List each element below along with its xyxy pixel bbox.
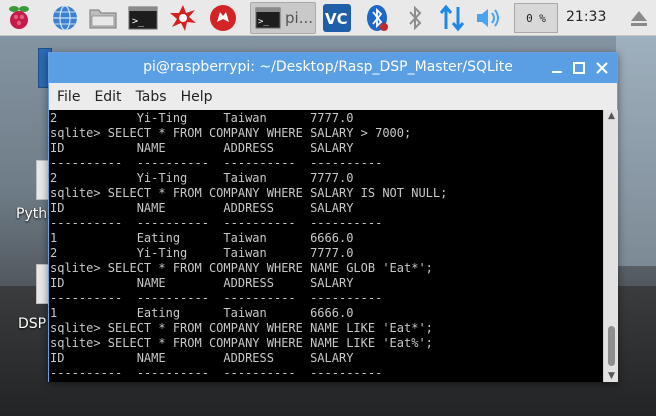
terminal-scrollbar[interactable]: ▲ ▼ bbox=[603, 110, 618, 382]
terminal-line: sqlite> SELECT * FROM COMPANY WHERE NAME… bbox=[50, 261, 433, 275]
svg-text:>_: >_ bbox=[258, 17, 269, 27]
menu-tabs[interactable]: Tabs bbox=[136, 89, 167, 105]
terminal-line: ---------- ---------- ---------- -------… bbox=[50, 291, 383, 305]
cpu-usage-text: 0 % bbox=[526, 11, 546, 25]
menu-edit[interactable]: Edit bbox=[94, 89, 121, 105]
terminal-task-icon: >_ bbox=[255, 7, 281, 29]
terminal-line: ID NAME ADDRESS SALARY bbox=[50, 276, 354, 290]
terminal-line: ---------- ---------- ---------- -------… bbox=[50, 156, 383, 170]
taskbar-terminal-task[interactable]: >_ pi... bbox=[250, 2, 316, 34]
network-icon[interactable] bbox=[437, 3, 467, 33]
svg-text:VC: VC bbox=[325, 10, 348, 28]
menubar: File Edit Tabs Help bbox=[49, 83, 617, 110]
web-browser-icon[interactable] bbox=[50, 3, 80, 33]
terminal-line: 2 Yi-Ting Taiwan 7777.0 bbox=[50, 171, 354, 185]
terminal-icon[interactable]: >_ bbox=[128, 3, 158, 33]
terminal-line: ID NAME ADDRESS SALARY bbox=[50, 201, 354, 215]
terminal-window: pi@raspberrypi: ~/Desktop/Rasp_DSP_Maste… bbox=[48, 52, 618, 382]
taskbar-task-label: pi... bbox=[285, 9, 313, 27]
terminal-line: 1 Eating Taiwan 6666.0 bbox=[50, 231, 354, 245]
menu-help[interactable]: Help bbox=[181, 89, 213, 105]
desktop-label-python: Pyth bbox=[16, 206, 48, 222]
raspberry-pi-menu-icon[interactable] bbox=[4, 3, 34, 33]
window-title: pi@raspberrypi: ~/Desktop/Rasp_DSP_Maste… bbox=[143, 59, 513, 75]
minimize-icon[interactable] bbox=[549, 60, 565, 76]
scroll-up-icon[interactable]: ▲ bbox=[604, 110, 619, 122]
close-icon[interactable] bbox=[594, 60, 610, 76]
maximize-icon[interactable] bbox=[571, 60, 587, 76]
volume-icon[interactable] bbox=[474, 3, 504, 33]
terminal-line: 2 Yi-Ting Taiwan 7777.0 bbox=[50, 246, 354, 260]
eject-icon[interactable] bbox=[624, 3, 654, 33]
terminal-line: ---------- ---------- ---------- -------… bbox=[50, 216, 383, 230]
terminal-line: 2 Yi-Ting Taiwan 7777.0 bbox=[50, 111, 354, 125]
bluetooth-icon[interactable] bbox=[362, 3, 392, 33]
terminal-output[interactable]: 2 Yi-Ting Taiwan 7777.0 sqlite> SELECT *… bbox=[49, 110, 603, 382]
window-titlebar[interactable]: pi@raspberrypi: ~/Desktop/Rasp_DSP_Maste… bbox=[49, 53, 617, 83]
file-manager-icon[interactable] bbox=[88, 3, 118, 33]
bluetooth-plain-icon[interactable] bbox=[400, 3, 430, 33]
svg-text:>_: >_ bbox=[132, 16, 145, 27]
cpu-usage-monitor[interactable]: 0 % bbox=[514, 3, 558, 33]
vnc-icon[interactable]: VC bbox=[322, 3, 352, 33]
terminal-line: sqlite> SELECT * FROM COMPANY WHERE NAME… bbox=[50, 321, 433, 335]
terminal-line: ID NAME ADDRESS SALARY bbox=[50, 141, 354, 155]
desktop-label-dsp: DSP bbox=[18, 316, 47, 332]
scroll-down-icon[interactable]: ▼ bbox=[604, 370, 619, 382]
terminal-line: ---------- ---------- ---------- -------… bbox=[50, 366, 383, 380]
burst-app-icon[interactable] bbox=[168, 3, 198, 33]
terminal-line: ID NAME ADDRESS SALARY bbox=[50, 351, 354, 365]
terminal-line: sqlite> SELECT * FROM COMPANY WHERE SALA… bbox=[50, 186, 448, 200]
menu-file[interactable]: File bbox=[57, 89, 80, 105]
wolfram-icon[interactable] bbox=[208, 3, 238, 33]
scrollbar-thumb[interactable] bbox=[608, 326, 615, 366]
clock[interactable]: 21:33 bbox=[566, 9, 606, 25]
terminal-line: sqlite> SELECT * FROM COMPANY WHERE SALA… bbox=[50, 126, 412, 140]
taskbar: >_ >_ pi... VC 0 % 21:33 bbox=[0, 0, 656, 36]
terminal-line: 1 Eating Taiwan 6666.0 bbox=[50, 306, 354, 320]
desktop-wallpaper-sky bbox=[616, 36, 656, 266]
terminal-line: sqlite> SELECT * FROM COMPANY WHERE NAME… bbox=[50, 336, 433, 350]
